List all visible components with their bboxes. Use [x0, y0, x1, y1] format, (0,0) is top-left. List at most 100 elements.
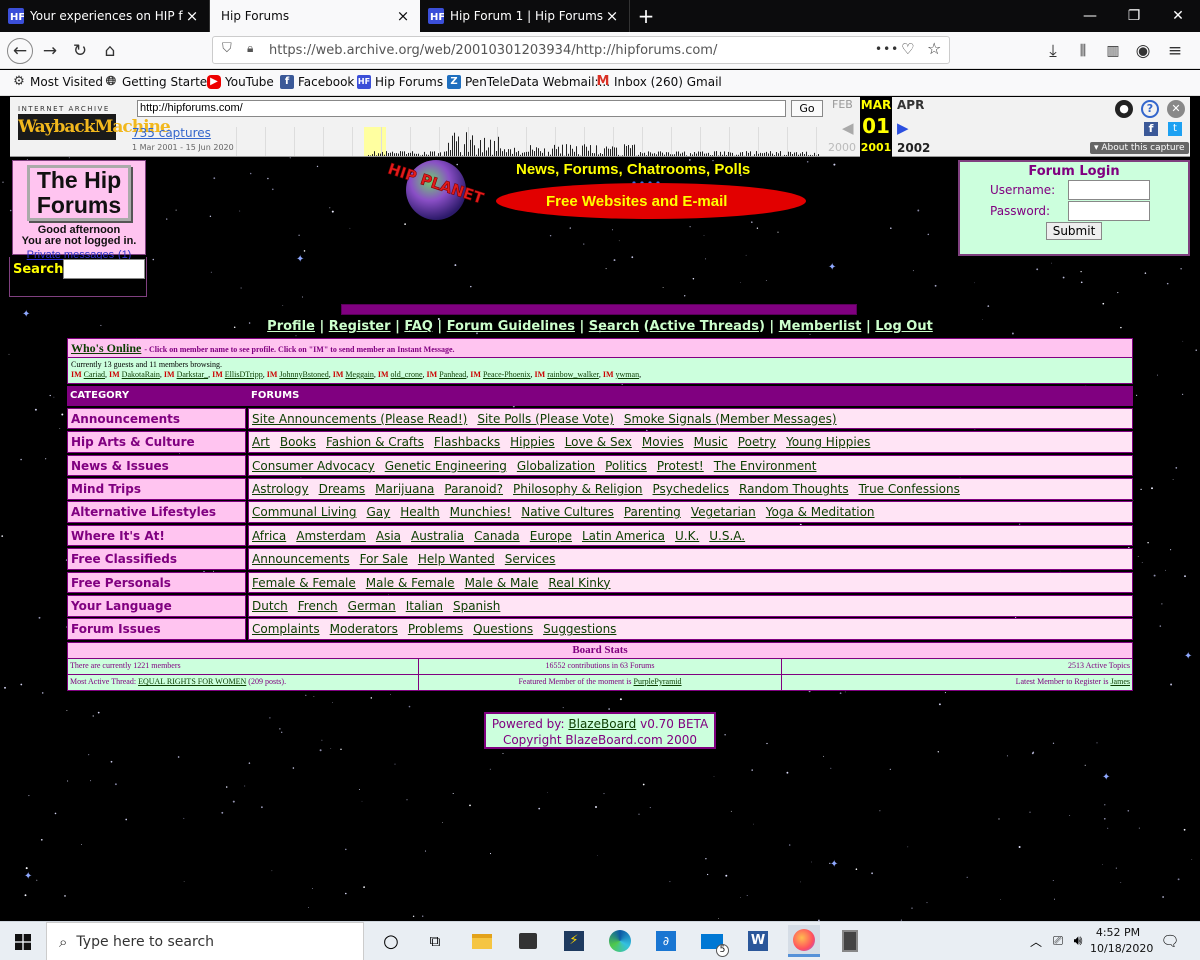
windows-start-icon[interactable] [0, 922, 46, 960]
tab-hip-experiences[interactable]: HF Your experiences on HIP forum × [0, 0, 210, 32]
nav-guidelines-link[interactable]: Forum Guidelines [447, 319, 575, 334]
forum-link[interactable]: Psychedelics [653, 482, 729, 496]
blazeboard-link[interactable]: BlazeBoard [568, 717, 636, 731]
forum-link[interactable]: Australia [411, 529, 464, 543]
forum-link[interactable]: Site Announcements (Please Read!) [252, 412, 467, 426]
forum-link[interactable]: Male & Female [366, 576, 455, 590]
forum-link[interactable]: U.K. [675, 529, 699, 543]
sidebar-icon[interactable]: ▥ [1100, 38, 1126, 64]
forum-link[interactable]: Suggestions [543, 622, 616, 636]
bookmark-star-icon[interactable]: ☆ [927, 39, 941, 58]
online-member-link[interactable]: ywman [616, 370, 640, 379]
forum-link[interactable]: Protest! [657, 459, 704, 473]
online-member-link[interactable]: JohnnyBstoned [279, 370, 328, 379]
task-view-icon[interactable]: ⧉ [421, 928, 449, 954]
lock-icon[interactable]: 🔒︎ [247, 41, 253, 56]
forum-link[interactable]: Smoke Signals (Member Messages) [624, 412, 837, 426]
forum-link[interactable]: Dreams [319, 482, 366, 496]
forum-link[interactable]: Announcements [252, 552, 350, 566]
most-active-thread-link[interactable]: EQUAL RIGHTS FOR WOMEN [138, 677, 246, 686]
reload-icon[interactable]: ↻ [67, 38, 93, 64]
forum-link[interactable]: Communal Living [252, 505, 357, 519]
whos-online-link[interactable]: Who's Online [71, 341, 141, 355]
forum-link[interactable]: U.S.A. [709, 529, 745, 543]
bookmark-pentaledata[interactable]: Z PenTeleData Webmail:... [447, 75, 610, 89]
online-member-link[interactable]: Darkstar_ [177, 370, 209, 379]
online-member-link[interactable]: EllisDTripp [225, 370, 263, 379]
mail-icon[interactable]: 5 [698, 928, 729, 957]
address-bar[interactable]: ⛉ 🔒︎ https://web.archive.org/web/2001030… [212, 36, 950, 64]
close-window-icon[interactable]: ✕ [1156, 0, 1200, 32]
im-link[interactable]: IM [267, 370, 278, 379]
volume-icon[interactable]: 🔊︎ [1064, 928, 1092, 954]
im-link[interactable]: IM [71, 370, 82, 379]
online-member-link[interactable]: DakotaRain [122, 370, 160, 379]
nav-search-link[interactable]: Search [589, 319, 639, 334]
wayback-prev-month[interactable]: FEB [832, 98, 853, 111]
forum-link[interactable]: Consumer Advocacy [252, 459, 375, 473]
forum-link[interactable]: Latin America [582, 529, 665, 543]
forum-link[interactable]: For Sale [360, 552, 408, 566]
forum-link[interactable]: Site Polls (Please Vote) [477, 412, 614, 426]
tab-close-icon[interactable]: × [183, 7, 201, 25]
forum-link[interactable]: The Environment [714, 459, 817, 473]
forum-link[interactable]: Paranoid? [444, 482, 503, 496]
forum-link[interactable]: Spanish [453, 599, 500, 613]
forum-link[interactable]: French [298, 599, 338, 613]
forum-link[interactable]: Africa [252, 529, 286, 543]
banner-subline[interactable]: Free Websites and E-mail [546, 193, 727, 210]
latest-member-link[interactable]: James [1110, 677, 1130, 686]
wayback-close-icon[interactable]: ✕ [1167, 100, 1185, 118]
forum-link[interactable]: Europe [530, 529, 572, 543]
downloads-icon[interactable]: ⤓ [1040, 38, 1066, 64]
tab-close-icon[interactable]: × [394, 7, 412, 25]
library-icon[interactable]: ⫼ [1070, 38, 1096, 64]
im-link[interactable]: IM [378, 370, 389, 379]
forum-link[interactable]: Genetic Engineering [385, 459, 507, 473]
bookmark-gmail[interactable]: M Inbox (260) Gmail [596, 75, 722, 90]
online-member-link[interactable]: Meggain [345, 370, 373, 379]
forum-link[interactable]: Questions [473, 622, 533, 636]
forum-link[interactable]: Young Hippies [786, 435, 870, 449]
forum-link[interactable]: Movies [642, 435, 684, 449]
firefox-icon[interactable] [788, 925, 820, 957]
photos-icon[interactable]: ∂ [652, 928, 680, 954]
forum-link[interactable]: Poetry [738, 435, 776, 449]
tab-close-icon[interactable]: × [603, 7, 621, 25]
forum-link[interactable]: Vegetarian [691, 505, 756, 519]
wayback-url-input[interactable]: http://hipforums.com/ [137, 100, 786, 117]
forum-link[interactable]: Parenting [624, 505, 681, 519]
wayback-next-year[interactable]: 2002 [897, 141, 930, 155]
featured-member-link[interactable]: PurplePyramid [634, 677, 682, 686]
online-member-link[interactable]: Panhead [439, 370, 466, 379]
edge-icon[interactable] [606, 928, 634, 954]
forum-link[interactable]: Female & Female [252, 576, 356, 590]
forum-link[interactable]: Services [505, 552, 556, 566]
tab-hip-forum-1[interactable]: HF Hip Forum 1 | Hip Forums × [420, 0, 630, 32]
forum-link[interactable]: Complaints [252, 622, 320, 636]
forum-link[interactable]: True Confessions [859, 482, 960, 496]
bookmark-facebook[interactable]: f Facebook [280, 75, 354, 89]
nav-active-threads-link[interactable]: Active Threads [650, 319, 759, 334]
forum-link[interactable]: Hippies [510, 435, 555, 449]
search-input[interactable] [63, 259, 145, 279]
forum-link[interactable]: Native Cultures [521, 505, 614, 519]
bookmark-getting-started[interactable]: 🌐︎ Getting Started [104, 75, 215, 90]
im-link[interactable]: IM [212, 370, 223, 379]
im-link[interactable]: IM [109, 370, 120, 379]
bookmark-youtube[interactable]: ▶ YouTube [207, 75, 274, 89]
app-icon[interactable]: ⚡ [560, 928, 588, 954]
online-member-link[interactable]: Peace-Phoenix [483, 370, 531, 379]
online-member-link[interactable]: Cariad [84, 370, 105, 379]
forum-link[interactable]: Help Wanted [418, 552, 495, 566]
taskbar-clock[interactable]: 4:52 PM 10/18/2020 [1090, 925, 1153, 957]
nav-profile-link[interactable]: Profile [267, 319, 315, 334]
im-link[interactable]: IM [427, 370, 438, 379]
forum-link[interactable]: Random Thoughts [739, 482, 849, 496]
word-icon[interactable]: W [744, 928, 772, 954]
bookmark-most-visited[interactable]: ⚙ Most Visited [12, 75, 103, 90]
forum-link[interactable]: Astrology [252, 482, 309, 496]
forum-link[interactable]: Male & Male [465, 576, 539, 590]
forum-link[interactable]: Flashbacks [434, 435, 500, 449]
wayback-next-month[interactable]: APR [897, 98, 924, 112]
